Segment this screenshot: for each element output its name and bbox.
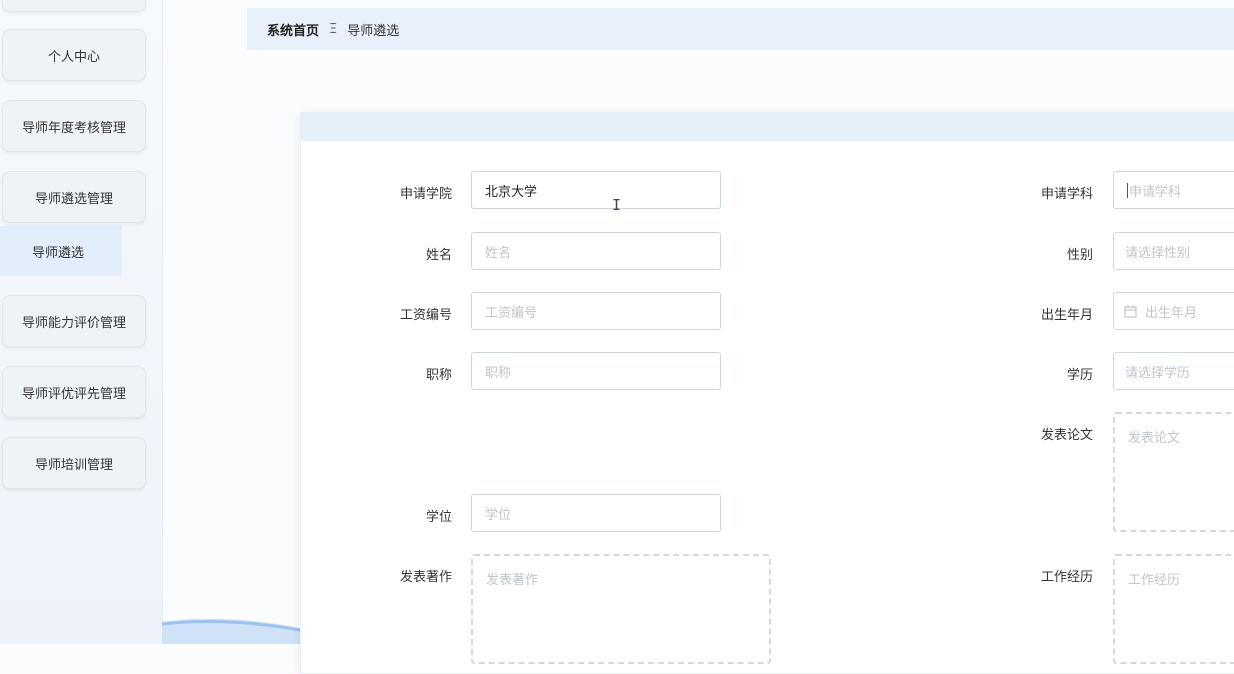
publications-books-textarea[interactable]: 发表著作 [471,554,771,664]
breadcrumb-current: 导师遴选 [347,23,400,39]
work-experience-textarea[interactable]: 工作经历 [1113,554,1234,664]
label-title: 职称 [425,368,452,383]
sidebar-item-label: 导师能力评价管理 [21,315,126,331]
sidebar-item-training-management[interactable]: 导师培训管理 [2,437,146,489]
name-input[interactable]: 姓名 [471,232,721,270]
sidebar-item-label: 导师培训管理 [34,457,113,473]
label-work-experience: 工作经历 [1040,570,1093,585]
sidebar-subitem-selection[interactable]: 导师遴选 [0,226,122,276]
sidebar-item-label: 导师评优评先管理 [21,386,126,402]
label-publications-papers: 发表论文 [1040,428,1093,443]
form-card-header [301,113,1234,141]
breadcrumb-home[interactable]: 系统首页 [267,20,319,39]
calendar-icon [1124,305,1137,318]
mouse-ibeam-cursor-icon: I [612,196,622,214]
sidebar-subitem-label: 导师遴选 [32,245,85,261]
education-select[interactable]: 请选择学历 [1113,352,1234,390]
publications-papers-textarea[interactable]: 发表论文 [1113,412,1234,532]
birth-date-picker[interactable]: 出生年月 [1113,292,1234,330]
label-name: 姓名 [425,248,452,263]
label-degree: 学位 [425,510,452,525]
text-cursor-icon [1127,182,1128,198]
sidebar: 个人中心 导师年度考核管理 导师遴选管理 导师遴选 导师能力评价管理 导师评优评… [0,0,163,644]
label-gender: 性别 [1066,248,1093,263]
apply-discipline-input[interactable]: 申请学科 [1113,171,1234,209]
label-apply-discipline: 申请学科 [1040,187,1093,202]
degree-input[interactable]: 学位 [471,494,721,532]
sidebar-item-annual-assessment[interactable]: 导师年度考核管理 [2,100,146,152]
sidebar-item-label: 个人中心 [47,49,100,65]
sidebar-item-selection-management[interactable]: 导师遴选管理 [2,171,146,223]
sidebar-item-label: 导师年度考核管理 [21,120,126,136]
sidebar-item-top[interactable] [2,0,146,12]
sidebar-item-ability-evaluation[interactable]: 导师能力评价管理 [2,295,146,347]
sidebar-item-personal-center[interactable]: 个人中心 [2,29,146,81]
label-apply-college: 申请学院 [399,187,452,202]
salary-id-input[interactable]: 工资编号 [471,292,721,330]
title-input[interactable]: 职称 [471,352,721,390]
label-birth-date: 出生年月 [1040,308,1093,323]
sidebar-item-label: 导师遴选管理 [34,191,113,207]
label-salary-id: 工资编号 [399,308,452,323]
label-education: 学历 [1066,368,1093,383]
sidebar-item-excellence-evaluation[interactable]: 导师评优评先管理 [2,366,146,418]
breadcrumb-separator-icon: Ξ [329,21,338,37]
apply-college-input[interactable]: 北京大学 [471,171,721,209]
label-publications-books: 发表著作 [399,570,452,585]
breadcrumb: 系统首页 Ξ 导师遴选 [247,8,1234,50]
gender-select[interactable]: 请选择性别 [1113,232,1234,270]
